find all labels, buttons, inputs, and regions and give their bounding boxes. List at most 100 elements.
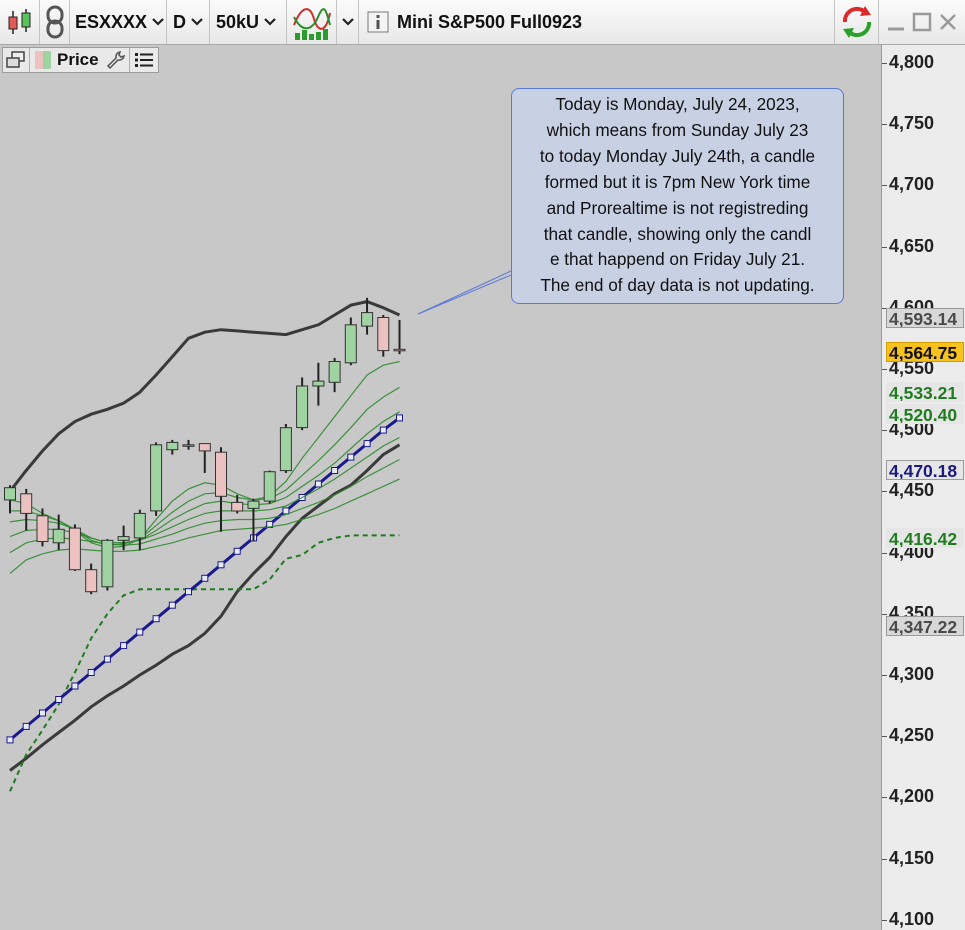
annotation-pointer bbox=[417, 274, 512, 315]
windows-icon bbox=[6, 51, 25, 68]
candle-body bbox=[328, 361, 341, 383]
candle-body bbox=[344, 324, 357, 364]
candle-body bbox=[393, 348, 406, 352]
price-level-label: 4,347.22 bbox=[886, 616, 964, 636]
panel-layout-button[interactable] bbox=[3, 48, 30, 72]
candle-body bbox=[247, 500, 260, 509]
blue-line-marker bbox=[168, 601, 176, 609]
blue-line-marker bbox=[6, 736, 14, 744]
indicator-chart-icon bbox=[292, 8, 331, 40]
y-axis-tick-label: 4,250 bbox=[889, 725, 935, 746]
wrench-icon bbox=[106, 51, 125, 70]
y-axis-tick-mark bbox=[882, 613, 887, 615]
candle-body bbox=[231, 501, 244, 512]
price-level-label: 4,533.21 bbox=[886, 382, 964, 402]
chevron-down-icon bbox=[264, 18, 276, 26]
candle-body bbox=[68, 527, 81, 571]
candle-body bbox=[101, 539, 114, 588]
y-axis-tick-label: 4,450 bbox=[889, 480, 935, 501]
symbol-label: ESXXXX bbox=[75, 11, 148, 32]
y-axis-tick-mark bbox=[882, 62, 887, 64]
price-swatch-icon bbox=[35, 51, 51, 69]
link-button[interactable] bbox=[40, 0, 70, 44]
units-selector[interactable]: 50kU bbox=[210, 0, 287, 44]
candle-body bbox=[4, 487, 16, 501]
chevron-down-icon bbox=[341, 18, 354, 26]
annotation-note[interactable]: Today is Monday, July 24, 2023, which me… bbox=[511, 88, 844, 304]
chevron-down-icon bbox=[191, 18, 203, 26]
price-level-label: 4,470.18 bbox=[886, 460, 964, 480]
blue-line-marker bbox=[314, 480, 322, 488]
blue-line-marker bbox=[363, 440, 371, 448]
dotted-average-line bbox=[9, 534, 400, 792]
chart-title: Mini S&P500 Full0923 bbox=[397, 11, 583, 32]
candle-body bbox=[279, 427, 292, 472]
price-level-label: 4,416.42 bbox=[886, 528, 964, 548]
y-axis-tick-label: 4,650 bbox=[889, 235, 935, 256]
annotation-line: Today is Monday, July 24, 2023, bbox=[555, 94, 800, 114]
y-axis-tick-mark bbox=[882, 185, 887, 187]
y-axis-tick-mark bbox=[882, 675, 887, 676]
candle-body bbox=[150, 444, 163, 512]
refresh-arrows-icon bbox=[842, 6, 871, 38]
blue-line-marker bbox=[22, 722, 30, 730]
candle-body bbox=[198, 443, 211, 452]
price-panel-tab[interactable]: Price bbox=[30, 50, 103, 70]
chain-link-icon bbox=[46, 5, 63, 39]
price-level-label: 4,520.40 bbox=[886, 404, 964, 424]
candle-body bbox=[85, 569, 98, 593]
info-icon[interactable] bbox=[367, 11, 389, 33]
annotation-line: formed but it is 7pm New York time bbox=[544, 171, 811, 192]
blue-line-marker bbox=[282, 507, 290, 515]
candlestick-chart-button[interactable] bbox=[0, 0, 40, 44]
blue-line-marker bbox=[136, 628, 144, 636]
blue-line-marker bbox=[379, 426, 387, 434]
y-axis-tick-label: 4,800 bbox=[889, 51, 935, 72]
y-axis-tick-label: 4,750 bbox=[889, 113, 935, 133]
candle-body bbox=[361, 312, 374, 327]
y-axis-tick-label: 4,150 bbox=[889, 847, 935, 868]
y-axis-tick-mark bbox=[882, 124, 887, 125]
annotation-line: e that happend on Friday July 21. bbox=[549, 249, 806, 270]
y-axis-tick-mark bbox=[882, 797, 887, 799]
y-axis-tick-mark bbox=[882, 919, 887, 921]
candle-body bbox=[296, 385, 309, 429]
annotation-line: to today Monday July 24th, a candle bbox=[539, 145, 816, 166]
maximize-icon[interactable] bbox=[912, 12, 932, 32]
indicators-button[interactable] bbox=[287, 0, 337, 44]
y-axis-tick-mark bbox=[882, 246, 887, 248]
indicators-dropdown[interactable] bbox=[337, 0, 359, 44]
annotation-pointer bbox=[417, 270, 512, 315]
chart-title-area: Mini S&P500 Full0923 bbox=[359, 0, 835, 44]
annotation-line: and Prorealtime is not registreding bbox=[546, 197, 809, 218]
panel-settings-button[interactable] bbox=[103, 48, 129, 72]
y-axis-tick-mark bbox=[882, 491, 887, 493]
chevron-down-icon bbox=[152, 18, 164, 26]
blue-line-marker bbox=[39, 709, 46, 717]
minimize-icon[interactable] bbox=[886, 12, 906, 32]
candle-body bbox=[117, 536, 130, 541]
blue-line-marker bbox=[71, 682, 79, 690]
y-axis-tick-label: 4,300 bbox=[889, 664, 935, 684]
symbol-selector[interactable]: ESXXXX bbox=[70, 0, 167, 44]
annotation-line: which means from Sunday July 23 bbox=[546, 119, 809, 140]
y-axis-tick-mark bbox=[882, 368, 887, 370]
blue-line-marker bbox=[185, 588, 192, 596]
candlestick-icon bbox=[8, 9, 30, 34]
timeframe-selector[interactable]: D bbox=[167, 0, 210, 44]
price-axis[interactable]: 4,800 4,750 4,700 4,650 4,600 4,550 4,500 4,450… bbox=[881, 45, 965, 930]
annotation-line: The end of day data is not updating. bbox=[540, 275, 815, 296]
blue-line-marker bbox=[120, 642, 128, 650]
price-level-label: 4,564.75 bbox=[886, 342, 964, 362]
candle-body bbox=[215, 451, 227, 497]
annotation-line: that candle, showing only the candl bbox=[543, 223, 812, 244]
price-level-label: 4,593.14 bbox=[886, 308, 964, 328]
panel-list-button[interactable] bbox=[128, 48, 158, 72]
refresh-button[interactable] bbox=[835, 0, 879, 44]
y-axis-tick-mark bbox=[882, 736, 887, 738]
close-icon[interactable] bbox=[938, 12, 958, 32]
blue-line-marker bbox=[331, 467, 339, 474]
candle-body bbox=[182, 444, 195, 447]
price-panel-label: Price bbox=[57, 50, 99, 69]
candle-body bbox=[377, 317, 390, 352]
